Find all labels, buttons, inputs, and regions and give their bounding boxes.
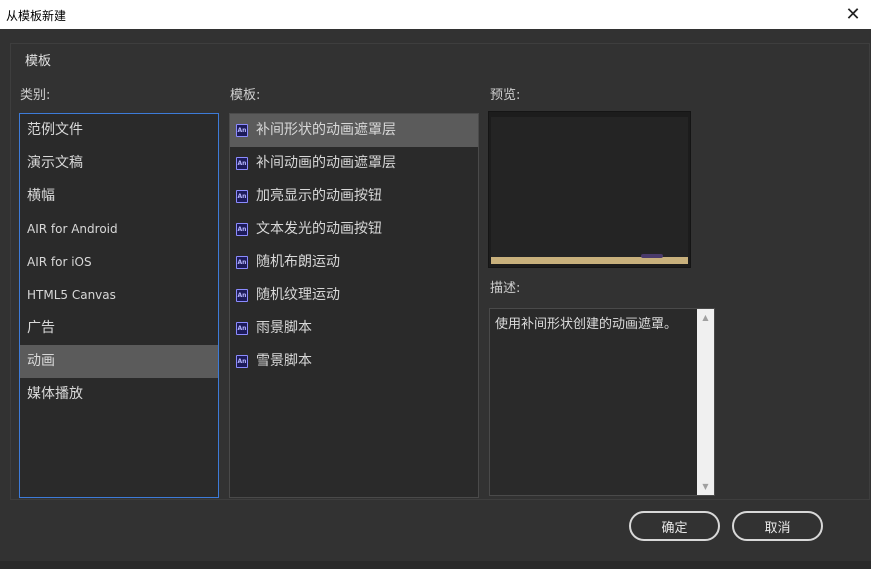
category-item[interactable]: AIR for Android: [20, 213, 218, 246]
scroll-up-icon[interactable]: ▲: [697, 309, 714, 326]
template-item[interactable]: An 补间形状的动画遮罩层: [230, 114, 478, 147]
template-item-label: 随机纹理运动: [256, 287, 340, 303]
template-item[interactable]: An 随机纹理运动: [230, 279, 478, 312]
preview-shape: [641, 254, 663, 258]
category-item[interactable]: 媒体播放: [20, 378, 218, 411]
template-list[interactable]: An 补间形状的动画遮罩层 An 补间动画的动画遮罩层 An 加亮显示的动画按钮 An 文本发…: [229, 113, 479, 498]
description-label: 描述:: [490, 281, 521, 296]
animate-file-icon: An: [236, 157, 248, 170]
description-text: 使用补间形状创建的动画遮罩。: [495, 317, 678, 332]
template-item[interactable]: An 雨景脚本: [230, 312, 478, 345]
group-label: 模板: [25, 54, 52, 69]
template-item[interactable]: An 文本发光的动画按钮: [230, 213, 478, 246]
animate-file-icon: An: [236, 124, 248, 137]
template-item[interactable]: An 加亮显示的动画按钮: [230, 180, 478, 213]
animate-file-icon: An: [236, 223, 248, 236]
category-label: 类别:: [20, 88, 51, 103]
description-scrollbar[interactable]: ▲ ▼: [697, 309, 714, 495]
category-item[interactable]: 广告: [20, 312, 218, 345]
template-item-label: 随机布朗运动: [256, 254, 340, 270]
ok-button[interactable]: 确定: [629, 511, 720, 541]
template-label: 模板:: [230, 88, 261, 103]
preview-stage: [491, 117, 688, 264]
category-item[interactable]: 动画: [20, 345, 218, 378]
preview-label: 预览:: [490, 88, 521, 103]
window-title: 从模板新建: [6, 9, 67, 23]
template-item[interactable]: An 雪景脚本: [230, 345, 478, 378]
template-item-label: 雨景脚本: [256, 320, 312, 336]
animate-file-icon: An: [236, 256, 248, 269]
animate-file-icon: An: [236, 322, 248, 335]
category-item[interactable]: HTML5 Canvas: [20, 279, 218, 312]
template-item-label: 文本发光的动画按钮: [256, 221, 382, 237]
category-item[interactable]: 横幅: [20, 180, 218, 213]
category-item[interactable]: 范例文件: [20, 114, 218, 147]
template-item-label: 补间形状的动画遮罩层: [256, 122, 396, 138]
category-item[interactable]: 演示文稿: [20, 147, 218, 180]
category-list[interactable]: 范例文件 演示文稿 横幅 AIR for Android AIR for iOS HTML…: [19, 113, 219, 498]
template-item-label: 雪景脚本: [256, 353, 312, 369]
animate-file-icon: An: [236, 190, 248, 203]
preview-panel: [488, 111, 691, 268]
close-icon[interactable]: ✕: [835, 0, 871, 29]
animate-file-icon: An: [236, 355, 248, 368]
template-item-label: 补间动画的动画遮罩层: [256, 155, 396, 171]
category-item[interactable]: AIR for iOS: [20, 246, 218, 279]
footer-strip: [0, 561, 871, 569]
preview-ground: [491, 257, 688, 264]
template-item[interactable]: An 补间动画的动画遮罩层: [230, 147, 478, 180]
cancel-button[interactable]: 取消: [732, 511, 823, 541]
description-box: 使用补间形状创建的动画遮罩。 ▲ ▼: [489, 308, 715, 496]
animate-file-icon: An: [236, 289, 248, 302]
template-item-label: 加亮显示的动画按钮: [256, 188, 382, 204]
template-item[interactable]: An 随机布朗运动: [230, 246, 478, 279]
title-bar: 从模板新建 ✕: [0, 0, 871, 29]
scroll-down-icon[interactable]: ▼: [697, 478, 714, 495]
